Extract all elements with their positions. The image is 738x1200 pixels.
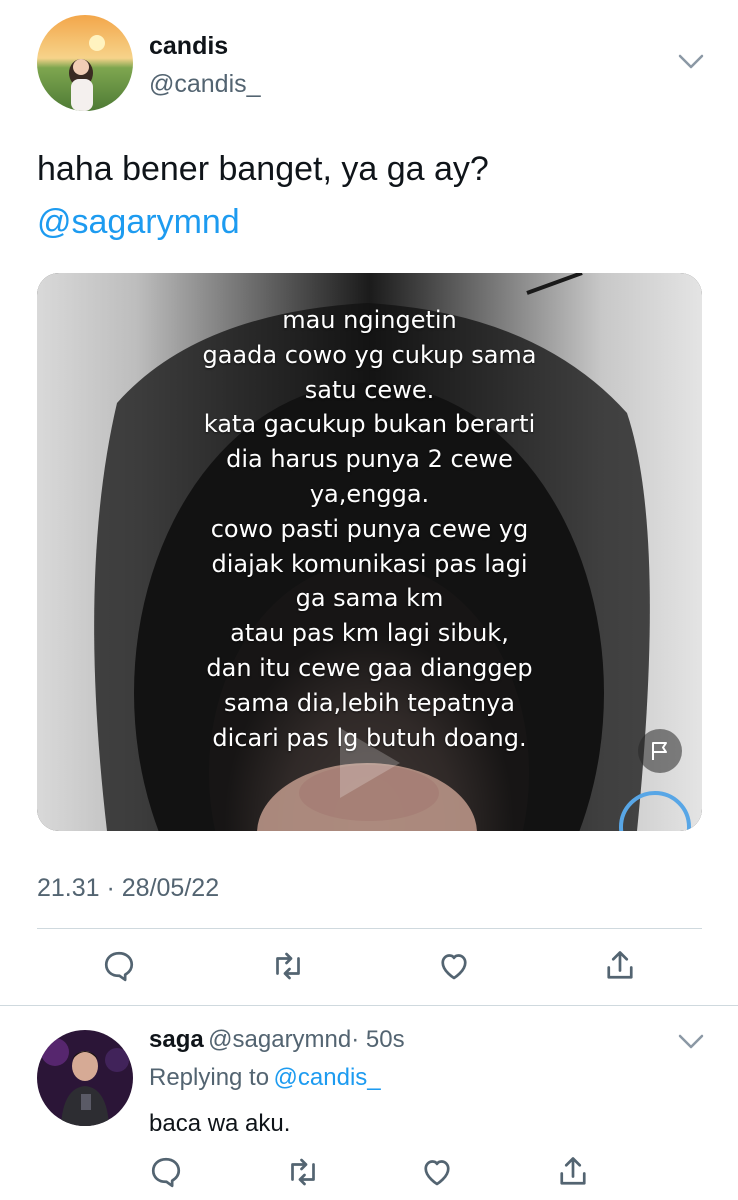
reply-text: baca wa aku. <box>149 1110 291 1137</box>
replying-to-link[interactable]: @candis_ <box>274 1064 381 1091</box>
video-caption-text: mau ngingetin gaada cowo yg cukup sama s… <box>202 306 537 752</box>
tweet-actions <box>0 944 738 988</box>
retweet-icon[interactable] <box>270 948 306 984</box>
author-handle[interactable]: @candis_ <box>149 70 261 99</box>
share-icon[interactable] <box>602 948 638 984</box>
comment-icon[interactable] <box>148 1154 184 1190</box>
chevron-down-icon[interactable] <box>678 1034 704 1055</box>
divider <box>37 928 702 929</box>
tweet-timestamp[interactable]: 21.31 · 28/05/22 <box>37 874 219 903</box>
reply-author-avatar[interactable] <box>37 1030 133 1126</box>
author-name[interactable]: candis <box>149 32 228 61</box>
reply-actions <box>0 1152 738 1192</box>
tweet-media-video[interactable]: mau ngingetin gaada cowo yg cukup sama s… <box>37 273 702 831</box>
reply-author-handle[interactable]: @sagarymnd <box>208 1026 351 1053</box>
mention-link[interactable]: @sagarymnd <box>37 203 240 242</box>
reply-author-name[interactable]: saga <box>149 1026 204 1053</box>
heart-icon[interactable] <box>436 948 472 984</box>
chevron-down-icon[interactable] <box>678 54 704 75</box>
retweet-icon[interactable] <box>285 1154 321 1190</box>
reply-time: · 50s <box>351 1026 405 1053</box>
flag-icon[interactable] <box>638 729 682 773</box>
tweet-text: haha bener banget, ya ga ay? <box>37 150 489 188</box>
author-avatar[interactable] <box>37 15 133 111</box>
play-icon[interactable] <box>335 723 405 808</box>
divider <box>0 1005 738 1006</box>
comment-icon[interactable] <box>101 948 137 984</box>
video-progress-ring <box>616 788 694 831</box>
share-icon[interactable] <box>555 1154 591 1190</box>
heart-icon[interactable] <box>419 1154 455 1190</box>
replying-to-label: Replying to <box>149 1064 270 1091</box>
